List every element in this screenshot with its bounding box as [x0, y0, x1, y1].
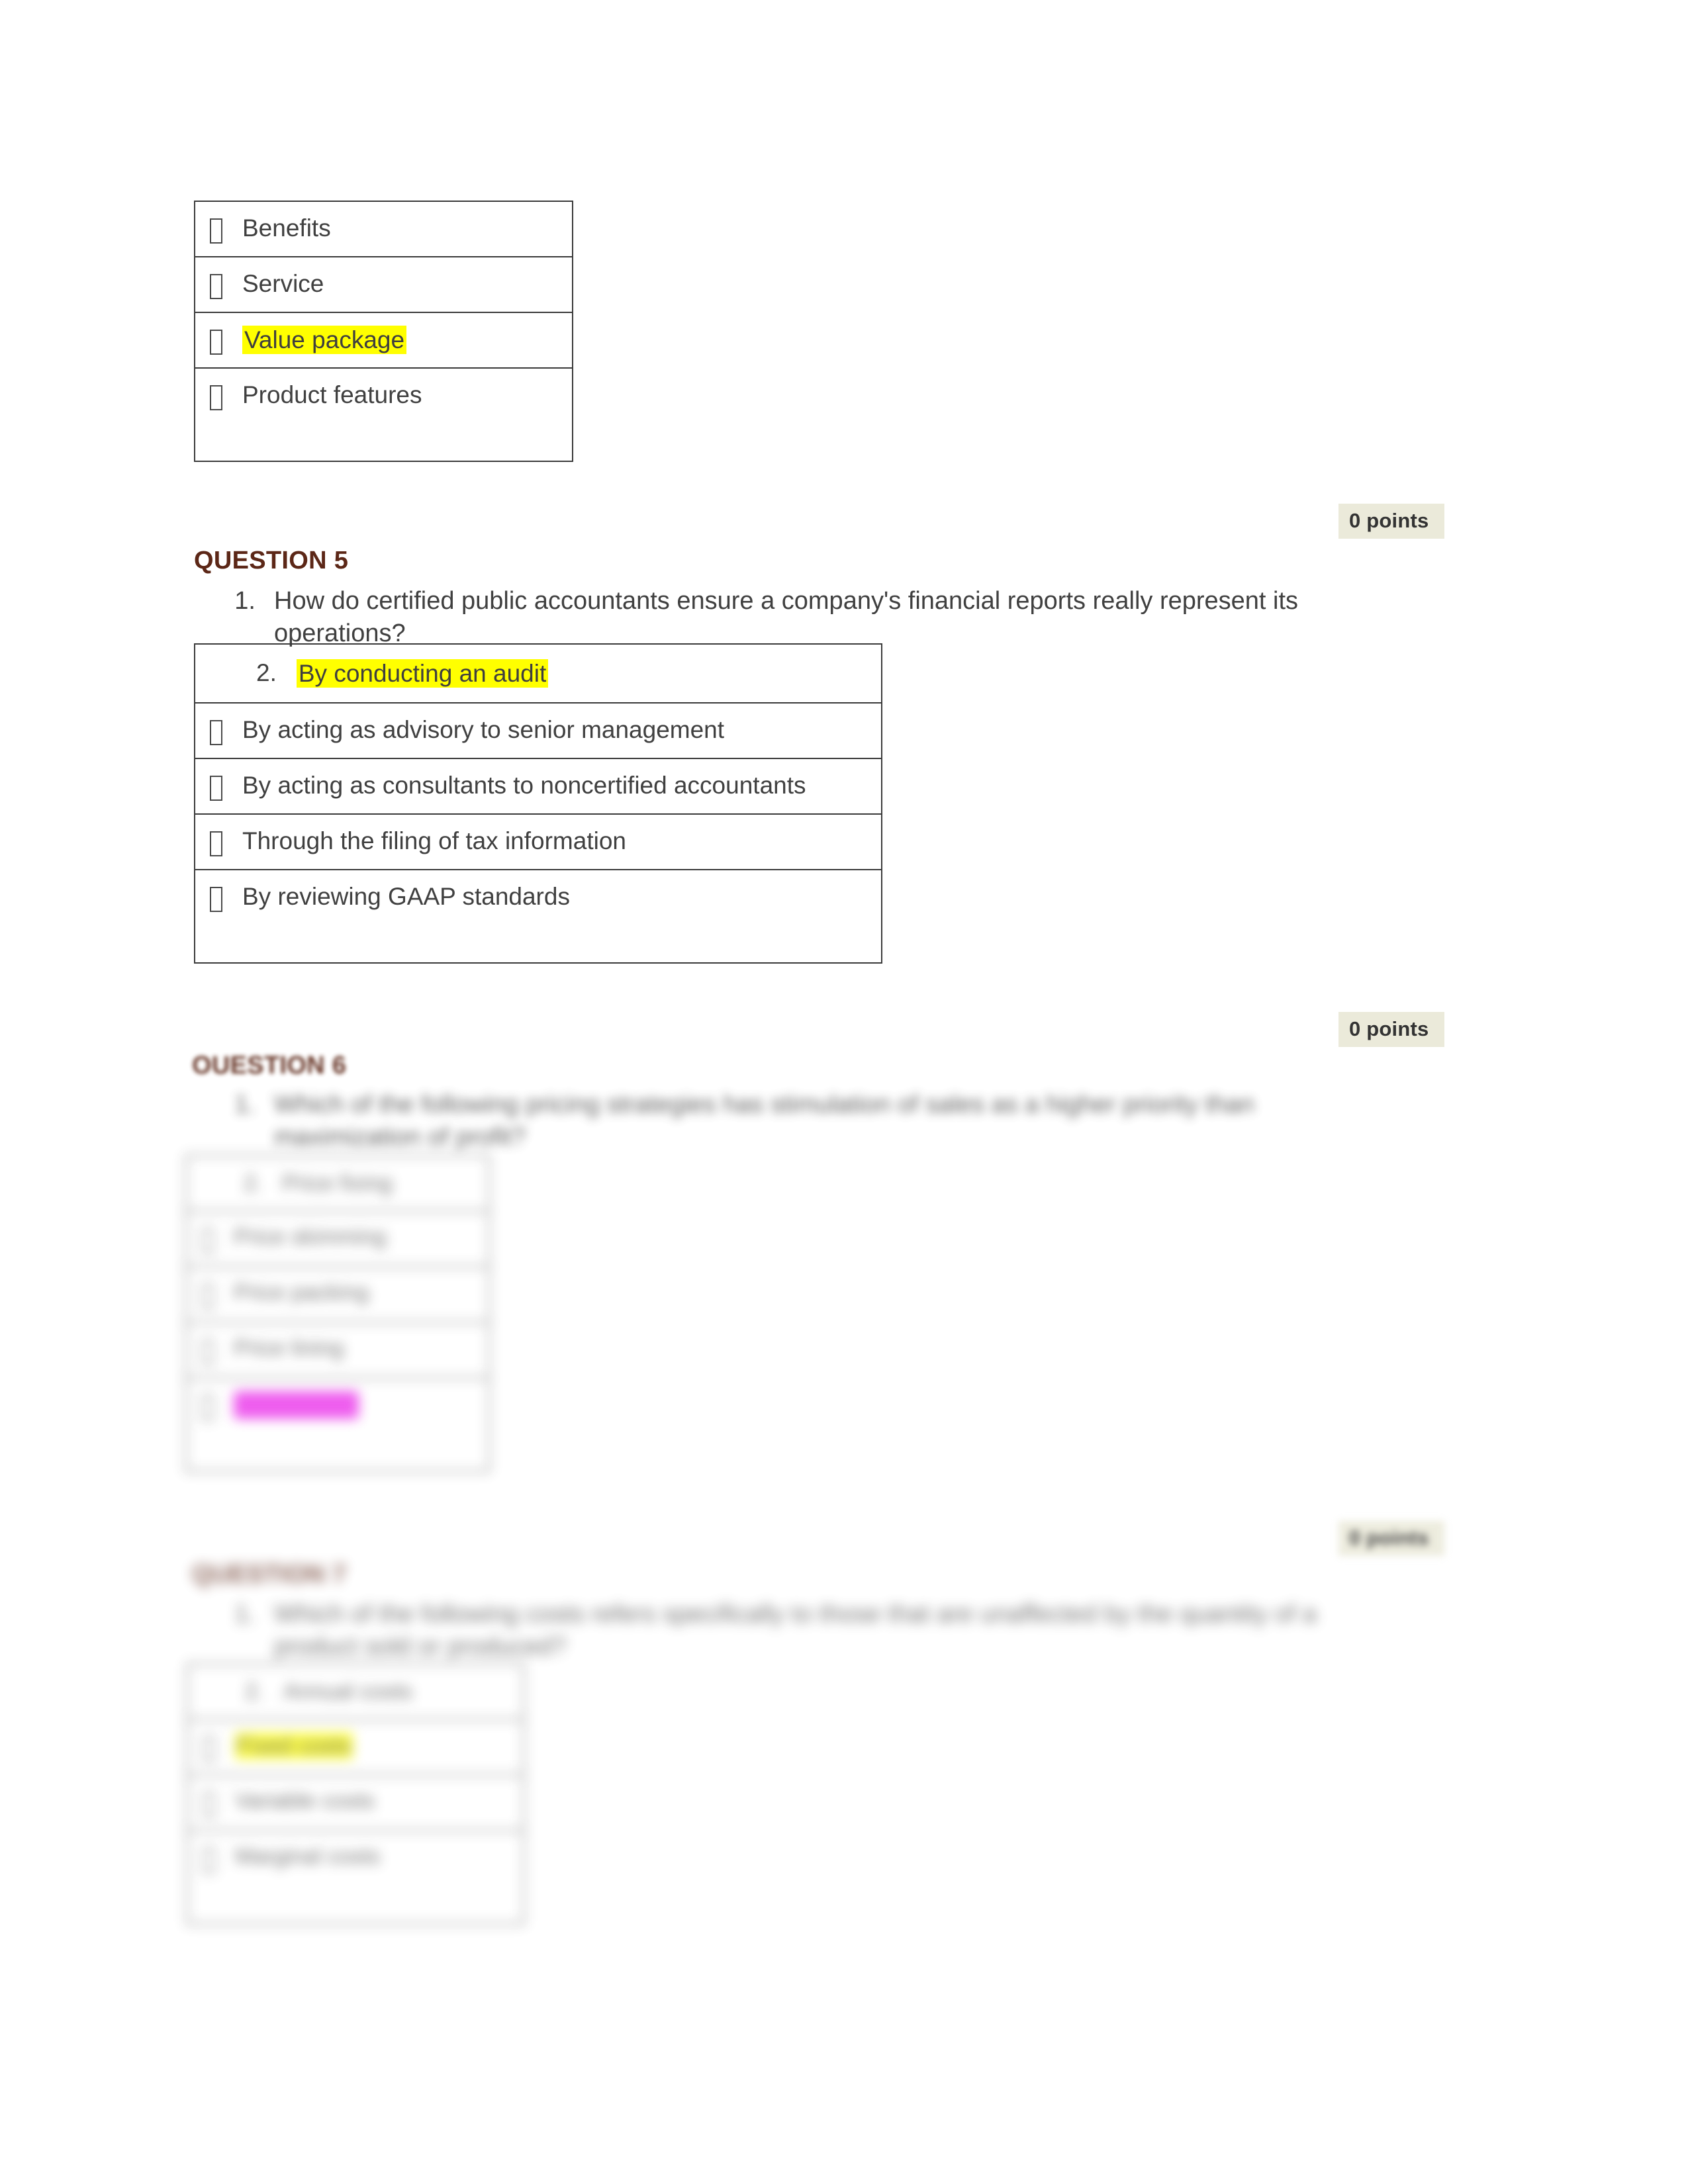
status-badge-points-q4: 0 points — [1338, 504, 1445, 539]
question-text-line-2: maximization of profit? — [274, 1122, 526, 1151]
question5-options-table: 2. By conducting an audit By acting as a… — [194, 643, 882, 964]
table-row[interactable]: Price leader — [186, 1377, 489, 1473]
question4-options-table: Benefits Service Value package Product f… — [194, 201, 573, 462]
radio-box-icon[interactable] — [201, 1284, 214, 1310]
option-label: Service — [242, 270, 324, 297]
option-label: Product features — [242, 381, 422, 408]
document-page: Benefits Service Value package Product f… — [0, 0, 1688, 2184]
question-7-prompt: 1. Which of the following costs refers s… — [233, 1598, 1372, 1662]
option-label: Through the filing of tax information — [242, 827, 626, 855]
table-row[interactable]: 2. Price fixing — [186, 1154, 489, 1212]
question6-options-table: 2. Price fixing Price skimming Price pac… — [185, 1154, 490, 1473]
question-number: 1. — [234, 1600, 256, 1628]
radio-box-icon[interactable] — [210, 274, 222, 299]
table-row[interactable]: 2. Annual costs — [187, 1662, 524, 1721]
question-number: 1. — [234, 587, 256, 615]
radio-box-icon[interactable] — [210, 330, 222, 355]
page-title-question-6: OUESTION 6 — [192, 1052, 347, 1079]
option-label: Benefits — [242, 214, 331, 242]
radio-box-icon[interactable] — [210, 720, 222, 746]
table-row[interactable]: Value package — [195, 312, 573, 369]
option-label: Annual costs — [283, 1679, 413, 1704]
option-label: Price fixing — [282, 1171, 393, 1196]
question-text: Which of the following pricing strategie… — [274, 1089, 1398, 1153]
option-number: 2. — [245, 1679, 264, 1704]
radio-box-icon[interactable] — [201, 1228, 214, 1254]
option-label: Marginal costs — [235, 1844, 381, 1870]
option-label-highlighted: Price leader — [234, 1391, 359, 1420]
radio-box-icon[interactable] — [210, 887, 222, 913]
question-text-line-1: Which of the following pricing strategie… — [274, 1091, 1254, 1118]
option-number: 2. — [256, 659, 277, 686]
status-badge-points-q6: 0 points — [1338, 1521, 1445, 1556]
page-title-question-7: QUESTION 7 — [192, 1561, 347, 1588]
question-text-line-1: Which of the following costs refers spec… — [274, 1600, 1173, 1628]
option-label: Price skimming — [234, 1224, 387, 1250]
radio-box-icon[interactable] — [203, 1737, 215, 1762]
option-label-highlighted: Value package — [242, 326, 407, 355]
radio-box-icon[interactable] — [210, 776, 222, 801]
option-label: Price lining — [234, 1336, 344, 1361]
table-row[interactable]: Price skimming — [186, 1210, 489, 1268]
option-number: 2. — [244, 1171, 263, 1196]
question-6-prompt: 1. Which of the following pricing strate… — [233, 1089, 1398, 1153]
option-label: Price packing — [234, 1280, 369, 1306]
radio-box-icon[interactable] — [210, 218, 222, 244]
radio-box-icon[interactable] — [203, 1792, 215, 1818]
option-label-highlighted: Fixed costs — [235, 1733, 353, 1760]
table-row[interactable]: Through the filing of tax information — [195, 813, 882, 871]
table-row[interactable]: 2. By conducting an audit — [195, 643, 882, 704]
table-row[interactable]: By reviewing GAAP standards — [195, 869, 882, 964]
question-number: 1. — [234, 1091, 256, 1118]
radio-box-icon[interactable] — [210, 831, 222, 857]
option-label: By acting as advisory to senior manageme… — [242, 716, 725, 744]
table-row[interactable]: Variable costs — [187, 1774, 524, 1832]
question-text: Which of the following costs refers spec… — [274, 1598, 1372, 1662]
table-row[interactable]: Fixed costs — [187, 1719, 524, 1776]
radio-box-icon[interactable] — [201, 1395, 214, 1421]
question-5-prompt: 1. How do certified public accountants e… — [233, 585, 1319, 649]
table-row[interactable]: Price packing — [186, 1266, 489, 1324]
table-row[interactable]: Product features — [195, 367, 573, 462]
page-title-question-5: QUESTION 5 — [194, 547, 349, 574]
table-row[interactable]: By acting as advisory to senior manageme… — [195, 702, 882, 760]
table-row[interactable]: Service — [195, 256, 573, 313]
option-label: By acting as consultants to noncertified… — [242, 772, 806, 799]
option-label-highlighted: By conducting an audit — [296, 659, 549, 688]
radio-box-icon[interactable] — [201, 1340, 214, 1365]
radio-box-icon[interactable] — [203, 1848, 215, 1874]
option-label: By reviewing GAAP standards — [242, 883, 570, 911]
table-row[interactable]: Price lining — [186, 1322, 489, 1379]
radio-box-icon[interactable] — [210, 385, 222, 410]
table-row[interactable]: Marginal costs — [187, 1830, 524, 1925]
status-badge-points-q5: 0 points — [1338, 1012, 1445, 1047]
question-text: How do certified public accountants ensu… — [274, 587, 1299, 647]
table-row[interactable]: Benefits — [195, 201, 573, 257]
question7-options-table: 2. Annual costs Fixed costs Variable cos… — [187, 1662, 524, 1925]
table-row[interactable]: By acting as consultants to noncertified… — [195, 758, 882, 815]
option-label: Variable costs — [235, 1788, 375, 1814]
